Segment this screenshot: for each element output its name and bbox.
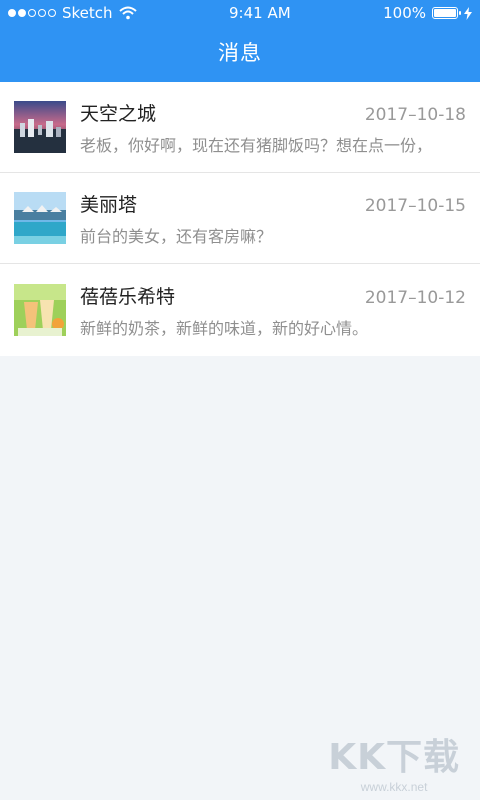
contact-name: 蓓蓓乐希特: [80, 285, 176, 308]
city-sunset-thumbnail: [14, 101, 66, 153]
message-item[interactable]: 天空之城 2017–10-18 老板，你好啊，现在还有猪脚饭吗？想在点一份，: [0, 82, 480, 173]
message-date: 2017–10-18: [364, 104, 466, 125]
top-bar: Sketch 9:41 AM 100% 消息: [0, 0, 480, 82]
message-item[interactable]: 蓓蓓乐希特 2017–10-12 新鲜的奶茶，新鲜的味道，新的好心情。: [0, 264, 480, 356]
charging-icon: [464, 6, 472, 20]
milk-tea-thumbnail: [14, 284, 66, 336]
message-list: 天空之城 2017–10-18 老板，你好啊，现在还有猪脚饭吗？想在点一份， 美…: [0, 82, 480, 356]
resort-pool-thumbnail: [14, 192, 66, 244]
message-item[interactable]: 美丽塔 2017–10-15 前台的美女，还有客房嘛？: [0, 173, 480, 264]
message-preview: 老板，你好啊，现在还有猪脚饭吗？想在点一份，: [80, 135, 433, 155]
contact-name: 天空之城: [80, 102, 157, 125]
message-preview: 前台的美女，还有客房嘛？: [80, 226, 273, 246]
message-preview: 新鲜的奶茶，新鲜的味道，新的好心情。: [80, 318, 369, 338]
watermark: KK下载 www.kkx.net: [328, 728, 460, 794]
contact-name: 美丽塔: [80, 193, 138, 216]
battery-icon: [432, 7, 461, 19]
watermark-url: www.kkx.net: [360, 780, 428, 794]
carrier-name: Sketch: [62, 4, 113, 22]
watermark-logo: KK下载: [328, 737, 460, 778]
signal-strength-icon: [8, 9, 56, 17]
page-title: 消息: [218, 41, 262, 65]
battery-percent: 100%: [383, 4, 426, 22]
status-time: 9:41 AM: [229, 4, 291, 22]
wifi-icon: [118, 6, 137, 20]
message-date: 2017–10-12: [364, 287, 466, 308]
status-bar: Sketch 9:41 AM 100%: [0, 0, 480, 26]
message-date: 2017–10-15: [364, 195, 466, 216]
